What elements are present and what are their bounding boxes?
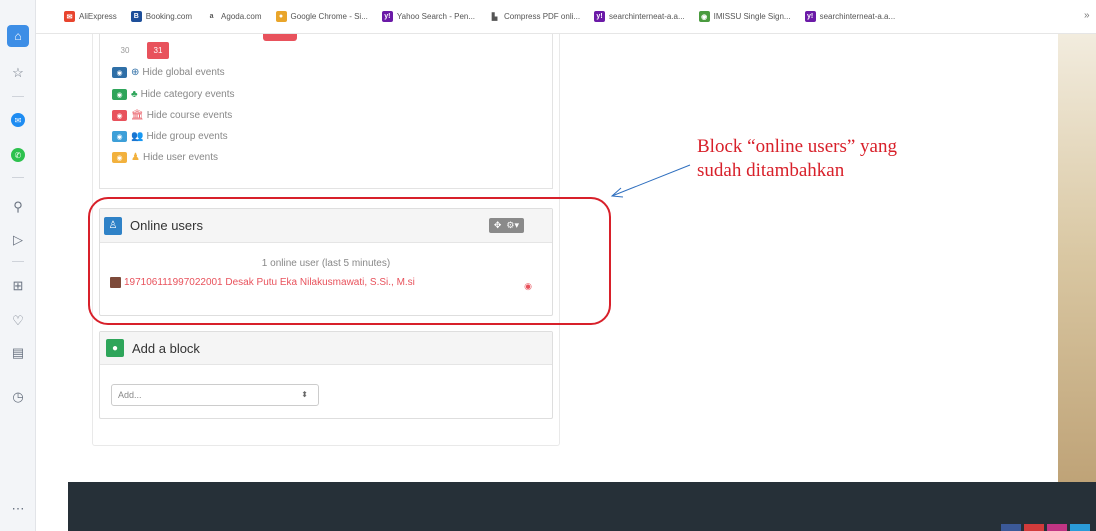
home-icon[interactable]: ⌂ [7,25,29,47]
event-filter-label: Hide group events [146,131,228,142]
bookmark-favicon-icon: ▙ [489,11,501,22]
block-header: ● Add a block [100,332,552,365]
bookmark-favicon-icon: y! [381,11,393,22]
rail-divider [12,177,24,178]
bookmark-item[interactable]: a Agoda.com [206,11,262,22]
history-icon[interactable]: ◷ [7,386,29,408]
bookmarks-overflow-icon[interactable]: » [1084,10,1090,21]
event-type-icon: ♟ [131,152,140,163]
browser-sidebar: ⌂ ☆ ✉ ✆ ⚲ ▷ ⊞ ♡ ▤ ◷ ⋯ [0,0,36,531]
heart-icon[interactable]: ♡ [7,310,29,332]
event-filter-item[interactable]: ◉ ⊕ Hide global events [112,67,225,78]
eye-icon[interactable]: ◉ [112,152,127,163]
bookmark-label: AliExpress [79,12,117,21]
rail-divider [12,96,24,97]
event-filter-item[interactable]: ◉ 👥 Hide group events [112,131,228,142]
send-icon[interactable]: ▷ [7,229,29,251]
bookmark-icon[interactable]: ☆ [7,62,29,84]
annotation-arrow [610,164,691,198]
eye-icon[interactable]: ◉ [112,131,127,142]
bookmark-item[interactable]: ◉ IMISSU Single Sign... [698,11,791,22]
calendar-day[interactable]: 30 [114,42,136,59]
event-filter-item[interactable]: ◉ ♣ Hide category events [112,89,235,100]
bookmark-item[interactable]: B Booking.com [130,11,193,22]
annotation-text: Block “online users” yang sudah ditambah… [697,135,897,183]
event-filter-label: Hide course events [146,110,233,121]
bookmark-label: searchinterneat-a.a... [609,12,685,21]
highlight-ellipse [88,197,611,325]
bookmark-label: Booking.com [145,12,193,21]
apps-grid-icon[interactable]: ⊞ [7,275,29,297]
calendar-nav-marker [263,34,297,41]
footer-social [1001,524,1090,531]
event-type-icon: 🏛 [131,110,144,121]
event-filter-label: Hide category events [140,89,235,100]
bookmark-item[interactable]: ✉ AliExpress [64,11,117,22]
bookmark-label: Agoda.com [221,12,262,21]
more-icon[interactable]: ⋯ [7,498,29,520]
bookmark-favicon-icon: y! [594,11,606,22]
event-filter-item[interactable]: ◉ ♟ Hide user events [112,152,218,163]
event-type-icon: 👥 [131,131,144,142]
bookmark-item[interactable]: y! Yahoo Search - Pen... [381,11,476,22]
bookmark-label: Compress PDF onli... [504,12,581,21]
page-footer [68,482,1096,531]
add-icon: ● [106,339,124,357]
eye-icon[interactable]: ◉ [112,89,127,100]
whatsapp-icon[interactable]: ✆ [11,148,25,162]
event-type-icon: ⊕ [131,67,140,78]
facebook-icon[interactable] [1001,524,1021,531]
bookmark-favicon-icon: ● [275,11,287,22]
bookmark-label: Yahoo Search - Pen... [396,12,476,21]
event-filter-label: Hide global events [142,67,225,78]
block-title: Add a block [132,340,200,356]
bookmark-favicon-icon: ◉ [698,11,710,22]
eye-icon[interactable]: ◉ [112,110,127,121]
add-block-select-value: Add... [118,390,142,400]
background-image [1058,34,1096,531]
bookmark-favicon-icon: a [206,11,218,22]
event-filter-item[interactable]: ◉ 🏛 Hide course events [112,110,232,121]
messenger-icon[interactable]: ✉ [11,113,25,127]
select-arrows-icon: ⬍ [301,390,308,399]
twitter-icon[interactable] [1070,524,1090,531]
instagram-icon[interactable] [1047,524,1067,531]
add-block-select[interactable]: Add... ⬍ [111,384,319,406]
bookmark-favicon-icon: B [130,11,142,22]
bookmark-item[interactable]: y! searchinterneat-a.a... [804,11,896,22]
event-type-icon: ♣ [131,89,138,100]
calendar-day-today[interactable]: 31 [147,42,169,59]
youtube-icon[interactable] [1024,524,1044,531]
annotation-line-2: sudah ditambahkan [697,160,845,181]
search-icon[interactable]: ⚲ [7,196,29,218]
rail-divider [12,261,24,262]
event-filter-label: Hide user events [142,152,219,163]
bookmark-label: searchinterneat-a.a... [819,12,896,21]
bookmark-item[interactable]: ▙ Compress PDF onli... [489,11,580,22]
bookmark-item[interactable]: ● Google Chrome - Si... [275,11,368,22]
add-block-block: ● Add a block Add... ⬍ [99,331,553,419]
bookmark-favicon-icon: y! [804,11,816,22]
bookmark-label: Google Chrome - Si... [290,12,368,21]
bookmark-label: IMISSU Single Sign... [713,12,791,21]
news-icon[interactable]: ▤ [7,342,29,364]
bookmarks-bar: ✉ AliExpress B Booking.com a Agoda.com ● Google… [36,0,1096,34]
bookmark-favicon-icon: ✉ [64,11,75,22]
bookmark-item[interactable]: y! searchinterneat-a.a... [594,11,685,22]
eye-icon[interactable]: ◉ [112,67,127,78]
annotation-line-1: Block “online users” yang [697,136,897,157]
calendar-block: 30 31 ◉ ⊕ Hide global events ◉ ♣ Hide categor… [99,34,553,189]
